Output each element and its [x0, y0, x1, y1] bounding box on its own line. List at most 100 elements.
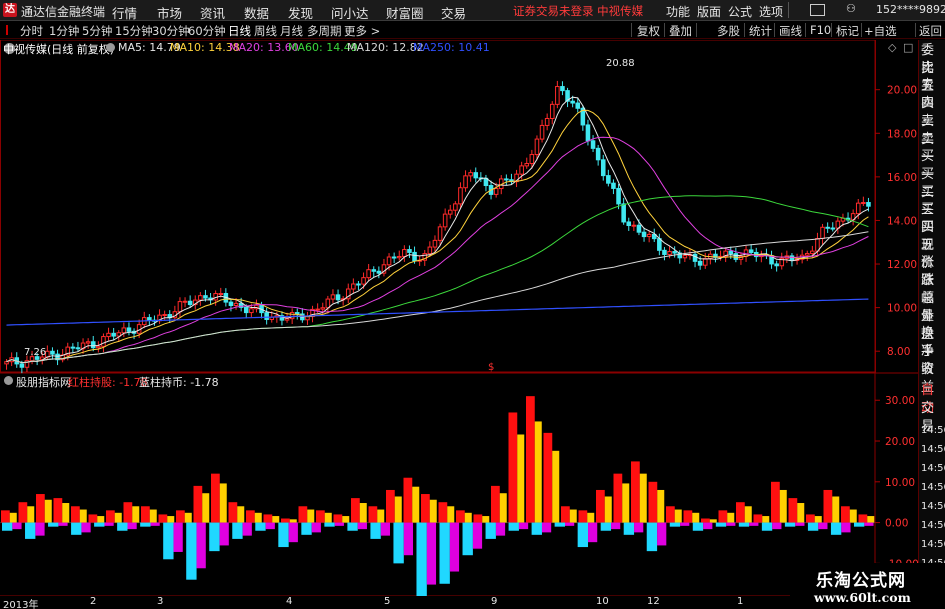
candle-body — [111, 332, 116, 337]
cyan-bar — [278, 522, 289, 548]
event-marker[interactable]: $ — [488, 362, 494, 373]
auto-trade-button[interactable]: 交易 — [921, 400, 945, 434]
candle-body — [600, 159, 606, 177]
candle-body — [621, 203, 626, 223]
menu-market-quotes[interactable]: 行情 — [112, 3, 137, 22]
menu-wealth-circle[interactable]: 财富圈 — [386, 3, 424, 22]
statistics-button[interactable]: 统计 — [749, 23, 772, 39]
menu-formula[interactable]: 公式 — [728, 3, 752, 20]
menu-options[interactable]: 选项 — [759, 3, 783, 20]
yellow-bar — [534, 421, 542, 523]
user-icon[interactable]: ⚇ — [846, 2, 856, 15]
magenta-bar — [611, 522, 621, 530]
period-more[interactable]: 更多 > — [344, 23, 380, 39]
candle-body — [702, 258, 708, 266]
candle-body — [728, 250, 734, 255]
yellow-bar — [482, 516, 490, 523]
cyan-bar — [370, 522, 381, 539]
period-60min[interactable]: 60分钟 — [188, 23, 226, 39]
cyan-bar — [94, 522, 105, 527]
candle-body — [636, 224, 642, 233]
candle-body — [453, 203, 458, 211]
menu-trade[interactable]: 交易 — [441, 3, 466, 22]
price-candles[interactable] — [4, 80, 871, 374]
red-bar — [543, 432, 553, 523]
magenta-bar — [173, 522, 183, 552]
period-monthly[interactable]: 月线 — [280, 23, 303, 39]
menu-data[interactable]: 数据 — [244, 3, 269, 22]
period-30min[interactable]: 30分钟 — [152, 23, 190, 39]
candle-body — [147, 317, 152, 321]
period-weekly[interactable]: 周线 — [254, 23, 277, 39]
back-button[interactable]: 返回 — [919, 23, 942, 39]
magenta-bar — [334, 522, 344, 526]
period-5min[interactable]: 5分钟 — [82, 23, 112, 39]
quote-row-label: 涨幅 — [921, 273, 935, 307]
menu-functions[interactable]: 功能 — [666, 3, 690, 20]
cyan-bar — [508, 522, 519, 531]
watermark: 乐淘公式网 www.60lt.com — [790, 563, 945, 609]
cyan-bar — [439, 522, 450, 584]
maximize-icon[interactable]: □ — [903, 41, 913, 54]
magenta-bar — [657, 522, 667, 546]
period-multi[interactable]: 多周期 — [307, 23, 342, 39]
ma-toggle-icon[interactable] — [106, 43, 115, 52]
account-number[interactable]: 152****9892 — [876, 3, 945, 16]
candle-body — [524, 163, 530, 167]
price-tick-label: 16.00 — [887, 172, 917, 184]
menu-discover[interactable]: 发现 — [288, 3, 313, 22]
red-bar — [36, 494, 45, 523]
period-15min[interactable]: 15分钟 — [115, 23, 153, 39]
candle-body — [748, 249, 754, 253]
candle-body — [611, 182, 616, 189]
candle-body — [50, 350, 55, 355]
yellow-bar — [44, 499, 52, 523]
cyan-bar — [416, 522, 427, 601]
yellow-bar — [377, 509, 385, 523]
trade-login-notice[interactable]: 证券交易未登录 中视传媒 — [513, 3, 643, 19]
red-bar — [141, 506, 150, 523]
indicator-bars[interactable] — [0, 396, 875, 601]
cyan-bar — [48, 522, 59, 527]
candle-body — [162, 314, 167, 317]
app-logo: 达 — [3, 3, 17, 17]
indicator-settings-icon[interactable] — [4, 376, 13, 385]
period-1min[interactable]: 1分钟 — [49, 23, 79, 39]
menu-market[interactable]: 市场 — [157, 3, 182, 22]
multi-stock-button[interactable]: 多股 — [717, 23, 740, 39]
candle-body — [774, 263, 779, 267]
menu-news[interactable]: 资讯 — [200, 3, 225, 22]
red-bar — [491, 485, 500, 523]
diamond-icon[interactable]: ◇ — [888, 41, 896, 54]
red-bar — [351, 498, 360, 523]
cyan-bar — [600, 522, 612, 531]
magenta-bar — [841, 522, 851, 533]
menu-layout[interactable]: 版面 — [697, 3, 721, 20]
period-toolbar: 分时 1分钟 5分钟 15分钟 30分钟 60分钟 日线 周线 月线 多周期 更… — [0, 21, 945, 39]
mark-button[interactable]: 标记 — [836, 23, 859, 39]
cyan-bar — [255, 522, 266, 531]
f10-button[interactable]: F10 — [810, 23, 831, 37]
candle-body — [203, 295, 208, 299]
draw-line-button[interactable]: 画线 — [779, 23, 802, 39]
red-bar — [526, 396, 535, 523]
candle-body — [682, 255, 688, 259]
toolbar-separator — [805, 23, 806, 37]
kline-chart-area[interactable]: 8.0010.0012.0014.0016.0018.0020.00-10.00… — [0, 40, 918, 609]
yellow-bar — [447, 506, 455, 523]
message-icon[interactable] — [810, 4, 825, 16]
menu-separator — [788, 2, 789, 18]
cyan-bar — [554, 522, 565, 527]
period-daily[interactable]: 日线 — [228, 23, 251, 39]
menu-ask-xiaoda[interactable]: 问小达 — [331, 3, 369, 22]
yellow-bar — [9, 512, 17, 523]
add-watchlist-button[interactable]: +自选 — [864, 23, 897, 39]
red-bar — [473, 514, 483, 523]
overlay-button[interactable]: 叠加 — [669, 23, 692, 39]
top-menu-bar: 达 通达信金融终端 行情 市场 资讯 数据 发现 问小达 财富圈 交易 证券交易… — [0, 0, 945, 21]
adjust-button[interactable]: 复权 — [637, 23, 660, 39]
red-bar — [596, 489, 605, 523]
period-intraday[interactable]: 分时 — [20, 23, 43, 39]
auto-trade-button[interactable]: 自动 — [921, 382, 945, 416]
candle-body — [534, 138, 540, 156]
